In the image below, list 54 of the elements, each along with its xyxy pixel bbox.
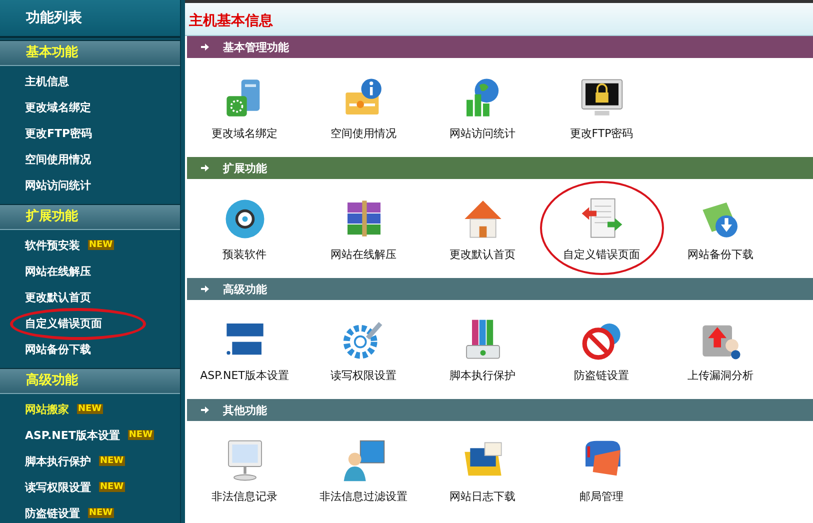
person-computer-icon[interactable] [342, 439, 386, 483]
section-title: 高级功能 [223, 282, 267, 296]
sidebar-item[interactable]: 更改FTP密码 [25, 126, 92, 140]
section-title: 扩展功能 [223, 160, 267, 176]
sidebar-item[interactable]: 更改默认首页 [25, 290, 91, 304]
function-link[interactable]: 非法信息记录 [212, 489, 278, 504]
sidebar-item[interactable]: 脚本执行保护 [25, 454, 91, 468]
sidebar-section-header: 高级功能 [0, 368, 180, 394]
section-title: 其他功能 [223, 402, 267, 418]
new-badge: NEW [99, 482, 125, 492]
arrow-icon [201, 285, 209, 293]
new-badge: NEW [88, 508, 114, 518]
function-link[interactable]: 更改FTP密码 [570, 126, 634, 141]
sidebar-section-header: 扩展功能 [0, 204, 180, 230]
new-badge: NEW [128, 430, 154, 440]
sidebar-item[interactable]: 软件预安装 [25, 238, 80, 252]
function-link[interactable]: 防盗链设置 [574, 368, 629, 383]
document-arrows-icon[interactable] [580, 197, 624, 241]
sidebar-item[interactable]: 自定义错误页面 [25, 316, 102, 330]
sidebar-item[interactable]: 更改域名绑定 [25, 100, 91, 114]
arrow-icon [201, 43, 209, 51]
sidebar-item[interactable]: ASP.NET版本设置 [25, 428, 120, 442]
sidebar-item[interactable]: 网站搬家 [25, 402, 69, 416]
function-link[interactable]: 读写权限设置 [330, 368, 396, 383]
function-link[interactable]: 上传漏洞分析 [688, 368, 754, 383]
new-badge: NEW [77, 404, 103, 414]
sidebar-section-header: 基本功能 [0, 40, 180, 66]
function-link[interactable]: 自定义错误页面 [563, 247, 640, 262]
function-link[interactable]: 网站日志下载 [450, 489, 516, 504]
sidebar-item[interactable]: 主机信息 [25, 74, 69, 88]
sidebar-item[interactable]: 网站访问统计 [25, 178, 91, 192]
function-link[interactable]: 网站访问统计 [450, 126, 516, 141]
function-link[interactable]: 脚本执行保护 [450, 368, 516, 383]
section-title: 基本管理功能 [223, 40, 289, 54]
function-link[interactable]: 网站备份下载 [688, 247, 754, 262]
sidebar-title: 功能列表 [0, 0, 180, 38]
sidebar-item[interactable]: 网站备份下载 [25, 342, 91, 356]
arrow-icon [201, 406, 209, 414]
function-link[interactable]: 预装软件 [222, 247, 266, 262]
new-badge: NEW [99, 456, 125, 466]
sidebar-item[interactable]: 防盗链设置 [25, 506, 80, 520]
sidebar-item[interactable]: 网站在线解压 [25, 264, 91, 278]
function-link[interactable]: 空间使用情况 [330, 126, 396, 141]
page-title: 主机基本信息 [185, 0, 813, 36]
function-link[interactable]: 更改域名绑定 [212, 126, 278, 141]
sidebar-item[interactable]: 读写权限设置 [25, 480, 91, 494]
new-badge: NEW [88, 240, 114, 250]
function-link[interactable]: 更改默认首页 [450, 247, 516, 262]
arrow-icon [201, 164, 209, 172]
function-link[interactable]: 网站在线解压 [330, 247, 396, 262]
function-link[interactable]: ASP.NET版本设置 [200, 368, 289, 383]
function-link[interactable]: 非法信息过滤设置 [320, 489, 408, 504]
function-link[interactable]: 邮局管理 [580, 489, 624, 504]
sidebar-item[interactable]: 空间使用情况 [25, 152, 91, 166]
